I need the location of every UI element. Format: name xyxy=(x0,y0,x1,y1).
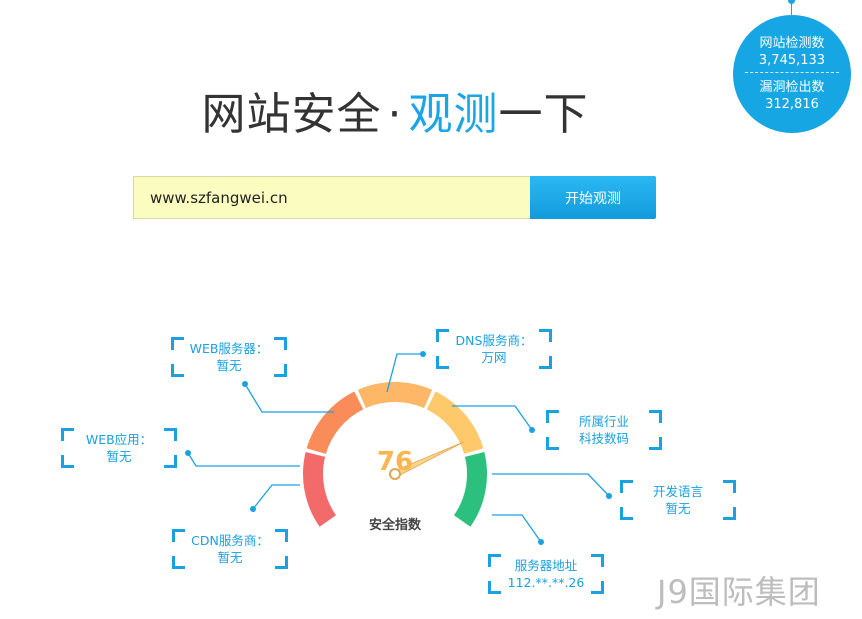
connector-web-app xyxy=(187,452,300,467)
connector-web-server xyxy=(244,383,334,413)
gauge-arc-segment xyxy=(426,391,484,454)
industry-value: 科技数码 xyxy=(578,431,629,446)
web-server-label: WEB服务器： xyxy=(189,341,269,356)
info-cdn: CDN服务商： 暂无 xyxy=(172,529,288,569)
info-language: 开发语言 暂无 xyxy=(620,480,736,520)
connector-cdn xyxy=(252,484,300,510)
gauge-label: 安全指数 xyxy=(369,517,422,533)
security-gauge: 76 安全指数 xyxy=(185,351,612,545)
watermark: J9国际集团 xyxy=(657,573,821,611)
info-web-app: WEB应用： 暂无 xyxy=(61,428,177,468)
dns-value: 万网 xyxy=(481,350,507,365)
gauge-arc-segment xyxy=(303,452,337,527)
info-dns: DNS服务商： 万网 xyxy=(436,329,552,369)
industry-label: 所属行业 xyxy=(578,414,629,429)
cdn-value: 暂无 xyxy=(217,550,243,565)
gauge-arc-segment xyxy=(306,391,364,454)
info-web-server: WEB服务器： 暂无 xyxy=(171,337,287,377)
web-app-label: WEB应用： xyxy=(85,432,153,447)
web-server-value: 暂无 xyxy=(216,358,242,373)
info-server-ip: 服务器地址 112.**.**.26 xyxy=(488,554,604,594)
connector-language xyxy=(492,473,610,497)
language-label: 开发语言 xyxy=(652,484,703,499)
gauge-arc-segment xyxy=(357,382,433,409)
cdn-label: CDN服务商： xyxy=(191,533,269,548)
info-industry: 所属行业 科技数码 xyxy=(546,410,662,450)
gauge-score: 76 xyxy=(377,447,413,477)
web-app-value: 暂无 xyxy=(106,449,132,464)
gauge-arc-segment xyxy=(453,452,487,527)
connector-server-ip xyxy=(492,514,542,543)
server-ip-label: 服务器地址 xyxy=(514,558,578,573)
server-ip-value: 112.**.**.26 xyxy=(507,575,585,590)
language-value: 暂无 xyxy=(665,501,691,516)
dns-label: DNS服务商： xyxy=(455,333,533,348)
